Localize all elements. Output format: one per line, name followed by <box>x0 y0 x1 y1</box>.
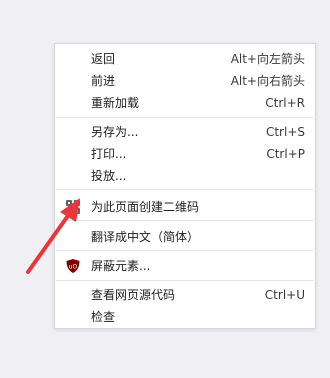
menu-item-translate[interactable]: 翻译成中文（简体） <box>55 226 315 248</box>
menu-item-back[interactable]: 返回 Alt+向左箭头 <box>55 48 315 70</box>
menu-separator <box>56 280 314 281</box>
menu-item-print-label: 打印... <box>91 147 127 161</box>
menu-item-reload[interactable]: 重新加载 Ctrl+R <box>55 92 315 114</box>
menu-item-back-label: 返回 <box>91 52 116 66</box>
menu-item-view-source[interactable]: 查看网页源代码 Ctrl+U <box>55 284 315 306</box>
menu-item-cast[interactable]: 投放... <box>55 165 315 187</box>
menu-item-reload-shortcut: Ctrl+R <box>265 96 305 110</box>
menu-separator <box>56 189 314 190</box>
menu-separator <box>56 117 314 118</box>
menu-item-inspect[interactable]: 检查 <box>55 306 315 328</box>
menu-item-cast-label: 投放... <box>91 169 127 183</box>
menu-item-create-qr-code-label: 为此页面创建二维码 <box>91 200 200 214</box>
menu-item-forward-shortcut: Alt+向右箭头 <box>230 74 305 88</box>
context-menu: 返回 Alt+向左箭头 前进 Alt+向右箭头 重新加载 Ctrl+R 另存为.… <box>54 43 316 329</box>
menu-item-reload-label: 重新加载 <box>91 96 140 110</box>
menu-item-save-as-label: 另存为... <box>91 125 139 139</box>
menu-separator <box>56 220 314 221</box>
menu-item-block-element-label: 屏蔽元素... <box>91 259 151 273</box>
menu-separator <box>56 250 314 251</box>
menu-item-print[interactable]: 打印... Ctrl+P <box>55 143 315 165</box>
menu-item-forward[interactable]: 前进 Alt+向右箭头 <box>55 70 315 92</box>
menu-item-create-qr-code[interactable]: 为此页面创建二维码 <box>55 196 315 218</box>
menu-item-view-source-shortcut: Ctrl+U <box>264 288 305 302</box>
menu-item-view-source-label: 查看网页源代码 <box>91 288 176 302</box>
menu-item-translate-label: 翻译成中文（简体） <box>91 230 200 244</box>
menu-item-forward-label: 前进 <box>91 74 116 88</box>
menu-item-save-as-shortcut: Ctrl+S <box>265 125 305 139</box>
menu-item-print-shortcut: Ctrl+P <box>266 147 305 161</box>
red-arrow-annotation <box>26 198 80 274</box>
menu-item-inspect-label: 检查 <box>91 310 116 324</box>
menu-item-back-shortcut: Alt+向左箭头 <box>230 52 305 66</box>
menu-item-save-as[interactable]: 另存为... Ctrl+S <box>55 121 315 143</box>
menu-item-block-element[interactable]: uO 屏蔽元素... <box>55 255 315 277</box>
